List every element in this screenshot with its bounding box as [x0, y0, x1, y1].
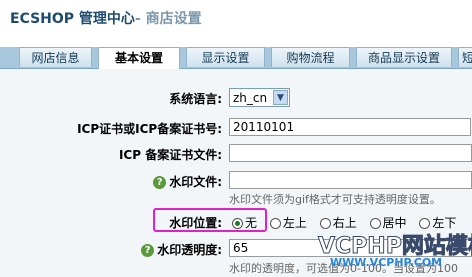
- tab-sms[interactable]: 短: [458, 47, 472, 67]
- language-value: zh_cn: [233, 91, 268, 105]
- page-header: ECSHOP 管理中心- 商店设置: [0, 0, 472, 38]
- help-icon[interactable]: ?: [153, 176, 167, 189]
- tab-shopping-flow[interactable]: 购物流程: [271, 47, 350, 67]
- language-select[interactable]: zh_cn ▼: [229, 88, 290, 107]
- icp-number-input[interactable]: 20110101: [229, 118, 471, 136]
- tab-shop-info[interactable]: 网店信息: [19, 47, 92, 67]
- tab-goods-display[interactable]: 商品显示设置: [356, 47, 452, 67]
- radio-option-none[interactable]: 无: [232, 216, 257, 230]
- watermark-file-label-wrap: ? 水印文件:: [153, 173, 222, 190]
- radio-label: 无: [245, 216, 258, 230]
- icp-file-input[interactable]: [229, 144, 472, 162]
- watermark-url: WWW.VCPHP.COM: [330, 256, 443, 269]
- radio-option-top-left[interactable]: 左上: [269, 216, 307, 230]
- watermark-position-label: 水印位置:: [169, 216, 222, 230]
- watermark-alpha-label: 水印透明度:: [157, 243, 222, 257]
- tab-bar: 网店信息 基本设置 显示设置 购物流程 商品显示设置 短: [0, 47, 472, 69]
- radio-checked-icon: [232, 218, 243, 229]
- page-title: ECSHOP 管理中心- 商店设置: [10, 8, 202, 28]
- icp-number-label: ICP证书或ICP备案证书号:: [77, 122, 222, 136]
- tab-basic-settings[interactable]: 基本设置: [98, 47, 180, 69]
- language-label: 系统语言:: [169, 92, 222, 106]
- chevron-down-icon: ▼: [273, 90, 288, 105]
- title-sub: - 商店设置: [134, 11, 202, 27]
- watermark-alpha-label-wrap: ? 水印透明度:: [141, 241, 222, 258]
- watermark-file-note: 水印文件须为gif格式才可支持透明度设置。: [229, 193, 441, 206]
- watermark-file-input[interactable]: [229, 171, 472, 189]
- title-main: ECSHOP 管理中心: [10, 11, 135, 27]
- radio-icon: [269, 218, 281, 229]
- help-icon[interactable]: ?: [141, 244, 155, 257]
- radio-label: 左上: [282, 216, 307, 230]
- icp-file-label: ICP 备案证书文件:: [118, 148, 222, 162]
- tab-display-settings[interactable]: 显示设置: [186, 47, 265, 67]
- watermark-file-label: 水印文件:: [169, 175, 222, 189]
